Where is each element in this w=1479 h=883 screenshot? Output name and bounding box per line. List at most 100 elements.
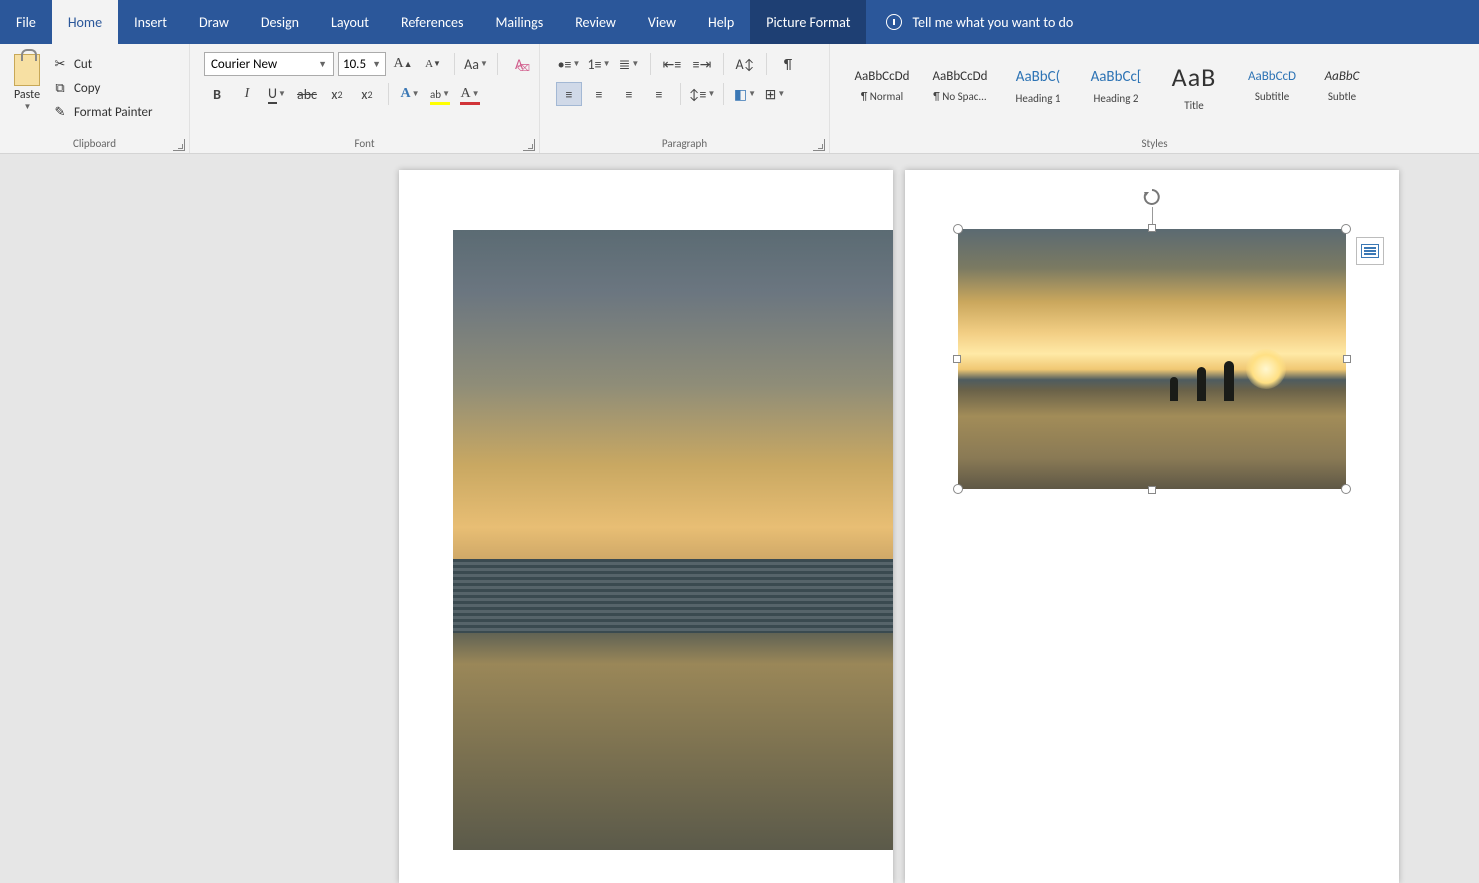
sun-glow (1246, 349, 1286, 389)
resize-handle-br[interactable] (1341, 484, 1351, 494)
resize-handle-bm[interactable] (1148, 486, 1156, 494)
cut-button[interactable]: ✂ Cut (48, 54, 157, 74)
style-subtle[interactable]: AaBbCSubtle (1312, 52, 1372, 120)
resize-handle-tm[interactable] (1148, 224, 1156, 232)
font-color-button[interactable]: A▼ (457, 82, 483, 106)
paragraph-launcher[interactable] (813, 139, 825, 151)
group-paragraph: •≡▼ 1≡▼ ≣▼ ⇤≡ ≡⇥ A↕ ¶ ≡ ≡ ≡ ≡ (540, 44, 830, 153)
text-effects-button[interactable]: A▼ (397, 82, 423, 106)
superscript-button[interactable]: x2 (354, 82, 380, 106)
tell-me-label: Tell me what you want to do (912, 14, 1073, 31)
tab-draw[interactable]: Draw (183, 0, 245, 44)
font-group-label: Font (190, 137, 539, 153)
bold-button[interactable]: B (204, 82, 230, 106)
silhouette (1197, 367, 1206, 401)
styles-group-label: Styles (830, 137, 1479, 153)
chevron-down-icon: ▼ (318, 59, 327, 70)
paragraph-group-label: Paragraph (540, 137, 829, 153)
numbering-button[interactable]: 1≡▼ (586, 52, 612, 76)
sort-button[interactable]: A↕ (732, 52, 758, 76)
increase-indent-button[interactable]: ≡⇥ (689, 52, 715, 76)
tab-home[interactable]: Home (52, 0, 118, 44)
page-2[interactable] (905, 170, 1399, 883)
tab-design[interactable]: Design (245, 0, 315, 44)
tab-help[interactable]: Help (692, 0, 750, 44)
highlight-button[interactable]: ab▼ (427, 82, 453, 106)
format-painter-button[interactable]: ✎ Format Painter (48, 102, 157, 122)
line-spacing-button[interactable]: ↕≡▼ (689, 82, 715, 106)
subscript-button[interactable]: x2 (324, 82, 350, 106)
resize-handle-bl[interactable] (953, 484, 963, 494)
style-heading2[interactable]: AaBbCc[Heading 2 (1078, 52, 1154, 120)
font-size-value: 10.5 (343, 57, 366, 72)
decrease-indent-button[interactable]: ⇤≡ (659, 52, 685, 76)
font-name-combo[interactable]: Courier New ▼ (204, 52, 334, 76)
resize-handle-ml[interactable] (953, 355, 961, 363)
copy-icon: ⧉ (52, 80, 68, 96)
tab-references[interactable]: References (385, 0, 479, 44)
tab-mailings[interactable]: Mailings (479, 0, 559, 44)
shading-button[interactable]: ◧▼ (732, 82, 758, 106)
align-center-button[interactable]: ≡ (586, 82, 612, 106)
tab-file[interactable]: File (0, 0, 52, 44)
copy-label: Copy (74, 81, 100, 96)
tab-insert[interactable]: Insert (118, 0, 183, 44)
shrink-font-button[interactable]: A▼ (420, 52, 446, 76)
tab-picture-format[interactable]: Picture Format (750, 0, 866, 44)
resize-handle-mr[interactable] (1343, 355, 1351, 363)
tab-layout[interactable]: Layout (315, 0, 385, 44)
clipboard-launcher[interactable] (173, 139, 185, 151)
paste-button[interactable]: Paste ▼ (6, 48, 48, 112)
resize-handle-tl[interactable] (953, 224, 963, 234)
document-canvas[interactable] (0, 154, 1479, 883)
page-1[interactable] (399, 170, 893, 883)
style-normal[interactable]: AaBbCcDd¶ Normal (844, 52, 920, 120)
font-launcher[interactable] (523, 139, 535, 151)
grow-font-button[interactable]: A▲ (390, 52, 416, 76)
tab-view[interactable]: View (632, 0, 692, 44)
silhouette (1170, 377, 1178, 401)
paste-icon (14, 54, 40, 86)
layout-options-icon (1361, 244, 1379, 258)
font-size-combo[interactable]: 10.5 ▼ (338, 52, 386, 76)
bullets-button[interactable]: •≡▼ (556, 52, 582, 76)
resize-handle-tr[interactable] (1341, 224, 1351, 234)
chevron-down-icon: ▼ (24, 102, 32, 112)
tell-me-search[interactable]: Tell me what you want to do (886, 0, 1073, 44)
picture-1[interactable] (453, 230, 893, 850)
multilevel-button[interactable]: ≣▼ (616, 52, 642, 76)
rotate-stem (1152, 207, 1153, 225)
clipboard-group-label: Clipboard (0, 137, 189, 153)
picture-2-selected[interactable] (958, 229, 1346, 489)
change-case-button[interactable]: Aa▼ (463, 52, 489, 76)
show-marks-button[interactable]: ¶ (775, 52, 801, 76)
ribbon: Paste ▼ ✂ Cut ⧉ Copy ✎ Format Painter Cl… (0, 44, 1479, 154)
font-name-value: Courier New (211, 57, 277, 72)
sunset-image-1 (453, 230, 893, 850)
tab-review[interactable]: Review (559, 0, 632, 44)
style-no-spacing[interactable]: AaBbCcDd¶ No Spac... (922, 52, 998, 120)
rotate-handle[interactable] (1142, 187, 1162, 207)
copy-button[interactable]: ⧉ Copy (48, 78, 157, 98)
clear-formatting-button[interactable]: A⌫ (506, 52, 532, 76)
chevron-down-icon: ▼ (372, 59, 381, 70)
align-right-button[interactable]: ≡ (616, 82, 642, 106)
align-left-button[interactable]: ≡ (556, 82, 582, 106)
italic-button[interactable]: I (234, 82, 260, 106)
group-clipboard: Paste ▼ ✂ Cut ⧉ Copy ✎ Format Painter Cl… (0, 44, 190, 153)
cut-label: Cut (74, 57, 92, 72)
borders-button[interactable]: ⊞▼ (762, 82, 788, 106)
style-title[interactable]: AaBTitle (1156, 52, 1232, 120)
format-painter-label: Format Painter (74, 105, 153, 120)
styles-gallery[interactable]: AaBbCcDd¶ Normal AaBbCcDd¶ No Spac... Aa… (836, 48, 1380, 124)
style-subtitle[interactable]: AaBbCcDSubtitle (1234, 52, 1310, 120)
group-styles: AaBbCcDd¶ Normal AaBbCcDd¶ No Spac... Aa… (830, 44, 1479, 153)
silhouette (1224, 361, 1234, 401)
justify-button[interactable]: ≡ (646, 82, 672, 106)
paste-label: Paste (14, 88, 40, 102)
strikethrough-button[interactable]: abc (294, 82, 320, 106)
layout-options-button[interactable] (1356, 237, 1384, 265)
paintbrush-icon: ✎ (52, 104, 68, 120)
underline-button[interactable]: U▼ (264, 82, 290, 106)
style-heading1[interactable]: AaBbC(Heading 1 (1000, 52, 1076, 120)
